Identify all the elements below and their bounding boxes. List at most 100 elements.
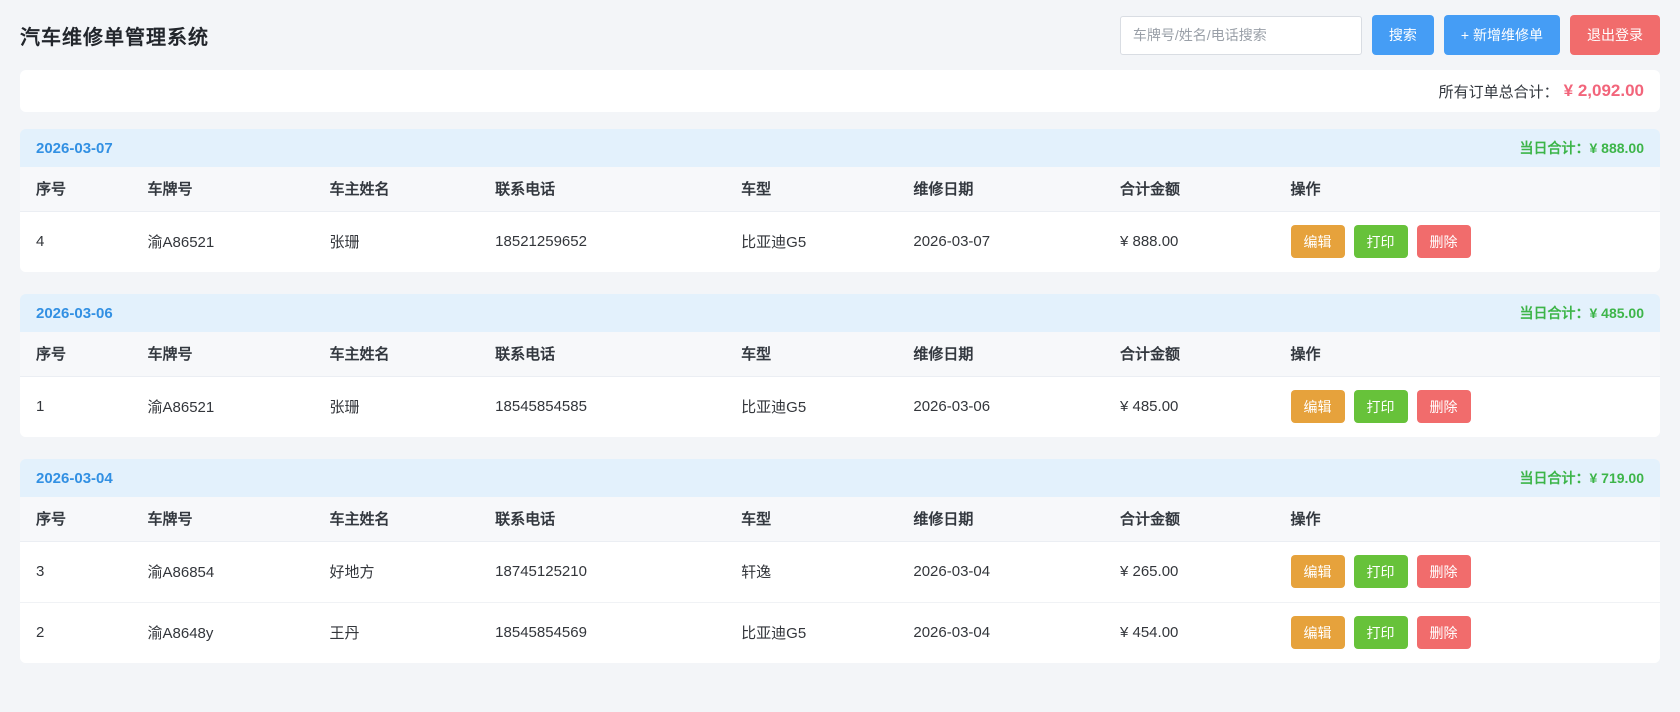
cell-owner: 王丹 xyxy=(314,602,480,663)
daily-total-label: 当日合计： xyxy=(1520,305,1590,321)
delete-button[interactable]: 删除 xyxy=(1417,225,1471,258)
logout-button[interactable]: 退出登录 xyxy=(1570,15,1660,55)
daily-total: 当日合计：¥ 888.00 xyxy=(1520,138,1645,158)
grand-total-amount: ¥ 2,092.00 xyxy=(1564,81,1644,101)
cell-phone: 18545854569 xyxy=(479,602,725,663)
daily-total-amount: ¥ 719.00 xyxy=(1590,470,1645,486)
order-group: 2026-03-07 当日合计：¥ 888.00 序号车牌号车主姓名联系电话车型… xyxy=(20,129,1660,272)
cell-model: 比亚迪G5 xyxy=(725,602,897,663)
actions-cell: 编辑打印删除 xyxy=(1275,376,1660,437)
column-header: 联系电话 xyxy=(479,332,725,376)
order-groups: 2026-03-07 当日合计：¥ 888.00 序号车牌号车主姓名联系电话车型… xyxy=(20,129,1660,663)
page-title: 汽车维修单管理系统 xyxy=(20,21,209,50)
group-date: 2026-03-04 xyxy=(36,470,113,487)
column-header: 车主姓名 xyxy=(314,497,480,541)
cell-seq: 1 xyxy=(20,376,132,437)
table-row: 2渝A8648y王丹18545854569比亚迪G52026-03-04¥ 45… xyxy=(20,602,1660,663)
table-header-row: 序号车牌号车主姓名联系电话车型维修日期合计金额操作 xyxy=(20,497,1660,541)
cell-repair_date: 2026-03-04 xyxy=(897,541,1104,602)
group-date-bar: 2026-03-07 当日合计：¥ 888.00 xyxy=(20,129,1660,167)
cell-amount: ¥ 888.00 xyxy=(1104,211,1275,272)
cell-phone: 18745125210 xyxy=(479,541,725,602)
column-header: 序号 xyxy=(20,332,132,376)
column-header: 维修日期 xyxy=(897,332,1104,376)
column-header: 车牌号 xyxy=(132,497,314,541)
cell-amount: ¥ 454.00 xyxy=(1104,602,1275,663)
print-button[interactable]: 打印 xyxy=(1354,616,1408,649)
column-header: 合计金额 xyxy=(1104,332,1275,376)
edit-button[interactable]: 编辑 xyxy=(1291,390,1345,423)
cell-amount: ¥ 485.00 xyxy=(1104,376,1275,437)
edit-button[interactable]: 编辑 xyxy=(1291,225,1345,258)
cell-repair_date: 2026-03-04 xyxy=(897,602,1104,663)
cell-phone: 18545854585 xyxy=(479,376,725,437)
daily-total: 当日合计：¥ 485.00 xyxy=(1520,303,1645,323)
column-header: 序号 xyxy=(20,167,132,211)
cell-seq: 3 xyxy=(20,541,132,602)
orders-table: 序号车牌号车主姓名联系电话车型维修日期合计金额操作 1渝A86521张珊1854… xyxy=(20,332,1660,437)
cell-seq: 2 xyxy=(20,602,132,663)
cell-repair_date: 2026-03-07 xyxy=(897,211,1104,272)
daily-total-label: 当日合计： xyxy=(1520,140,1590,156)
top-actions: 搜索 + 新增维修单 退出登录 xyxy=(1120,15,1660,55)
column-header: 合计金额 xyxy=(1104,497,1275,541)
cell-plate: 渝A86854 xyxy=(132,541,314,602)
page: 汽车维修单管理系统 搜索 + 新增维修单 退出登录 所有订单总合计： ¥ 2,0… xyxy=(0,0,1680,663)
orders-table: 序号车牌号车主姓名联系电话车型维修日期合计金额操作 4渝A86521张珊1852… xyxy=(20,167,1660,272)
cell-amount: ¥ 265.00 xyxy=(1104,541,1275,602)
print-button[interactable]: 打印 xyxy=(1354,390,1408,423)
daily-total-label: 当日合计： xyxy=(1520,470,1590,486)
group-date-bar: 2026-03-04 当日合计：¥ 719.00 xyxy=(20,459,1660,497)
search-button[interactable]: 搜索 xyxy=(1372,15,1434,55)
cell-phone: 18521259652 xyxy=(479,211,725,272)
column-header: 维修日期 xyxy=(897,497,1104,541)
actions-cell: 编辑打印删除 xyxy=(1275,211,1660,272)
delete-button[interactable]: 删除 xyxy=(1417,616,1471,649)
table-header-row: 序号车牌号车主姓名联系电话车型维修日期合计金额操作 xyxy=(20,332,1660,376)
column-header: 合计金额 xyxy=(1104,167,1275,211)
column-header: 联系电话 xyxy=(479,497,725,541)
column-header: 车型 xyxy=(725,332,897,376)
edit-button[interactable]: 编辑 xyxy=(1291,616,1345,649)
order-group: 2026-03-06 当日合计：¥ 485.00 序号车牌号车主姓名联系电话车型… xyxy=(20,294,1660,437)
cell-model: 比亚迪G5 xyxy=(725,376,897,437)
cell-owner: 好地方 xyxy=(314,541,480,602)
actions-cell: 编辑打印删除 xyxy=(1275,541,1660,602)
edit-button[interactable]: 编辑 xyxy=(1291,555,1345,588)
table-header-row: 序号车牌号车主姓名联系电话车型维修日期合计金额操作 xyxy=(20,167,1660,211)
cell-model: 比亚迪G5 xyxy=(725,211,897,272)
table-row: 1渝A86521张珊18545854585比亚迪G52026-03-06¥ 48… xyxy=(20,376,1660,437)
print-button[interactable]: 打印 xyxy=(1354,225,1408,258)
table-row: 4渝A86521张珊18521259652比亚迪G52026-03-07¥ 88… xyxy=(20,211,1660,272)
cell-model: 轩逸 xyxy=(725,541,897,602)
column-header: 车牌号 xyxy=(132,332,314,376)
column-header: 维修日期 xyxy=(897,167,1104,211)
daily-total-amount: ¥ 888.00 xyxy=(1590,140,1645,156)
top-bar: 汽车维修单管理系统 搜索 + 新增维修单 退出登录 xyxy=(20,0,1660,70)
column-header: 操作 xyxy=(1275,497,1660,541)
column-header: 联系电话 xyxy=(479,167,725,211)
cell-plate: 渝A8648y xyxy=(132,602,314,663)
group-date-bar: 2026-03-06 当日合计：¥ 485.00 xyxy=(20,294,1660,332)
search-input[interactable] xyxy=(1120,16,1362,55)
table-row: 3渝A86854好地方18745125210轩逸2026-03-04¥ 265.… xyxy=(20,541,1660,602)
orders-table: 序号车牌号车主姓名联系电话车型维修日期合计金额操作 3渝A86854好地方187… xyxy=(20,497,1660,663)
column-header: 车牌号 xyxy=(132,167,314,211)
daily-total: 当日合计：¥ 719.00 xyxy=(1520,468,1645,488)
column-header: 操作 xyxy=(1275,332,1660,376)
delete-button[interactable]: 删除 xyxy=(1417,555,1471,588)
order-group: 2026-03-04 当日合计：¥ 719.00 序号车牌号车主姓名联系电话车型… xyxy=(20,459,1660,663)
cell-plate: 渝A86521 xyxy=(132,211,314,272)
add-repair-order-button[interactable]: + 新增维修单 xyxy=(1444,15,1560,55)
column-header: 车主姓名 xyxy=(314,332,480,376)
cell-owner: 张珊 xyxy=(314,376,480,437)
column-header: 车型 xyxy=(725,167,897,211)
print-button[interactable]: 打印 xyxy=(1354,555,1408,588)
column-header: 序号 xyxy=(20,497,132,541)
column-header: 操作 xyxy=(1275,167,1660,211)
cell-seq: 4 xyxy=(20,211,132,272)
column-header: 车主姓名 xyxy=(314,167,480,211)
column-header: 车型 xyxy=(725,497,897,541)
daily-total-amount: ¥ 485.00 xyxy=(1590,305,1645,321)
delete-button[interactable]: 删除 xyxy=(1417,390,1471,423)
